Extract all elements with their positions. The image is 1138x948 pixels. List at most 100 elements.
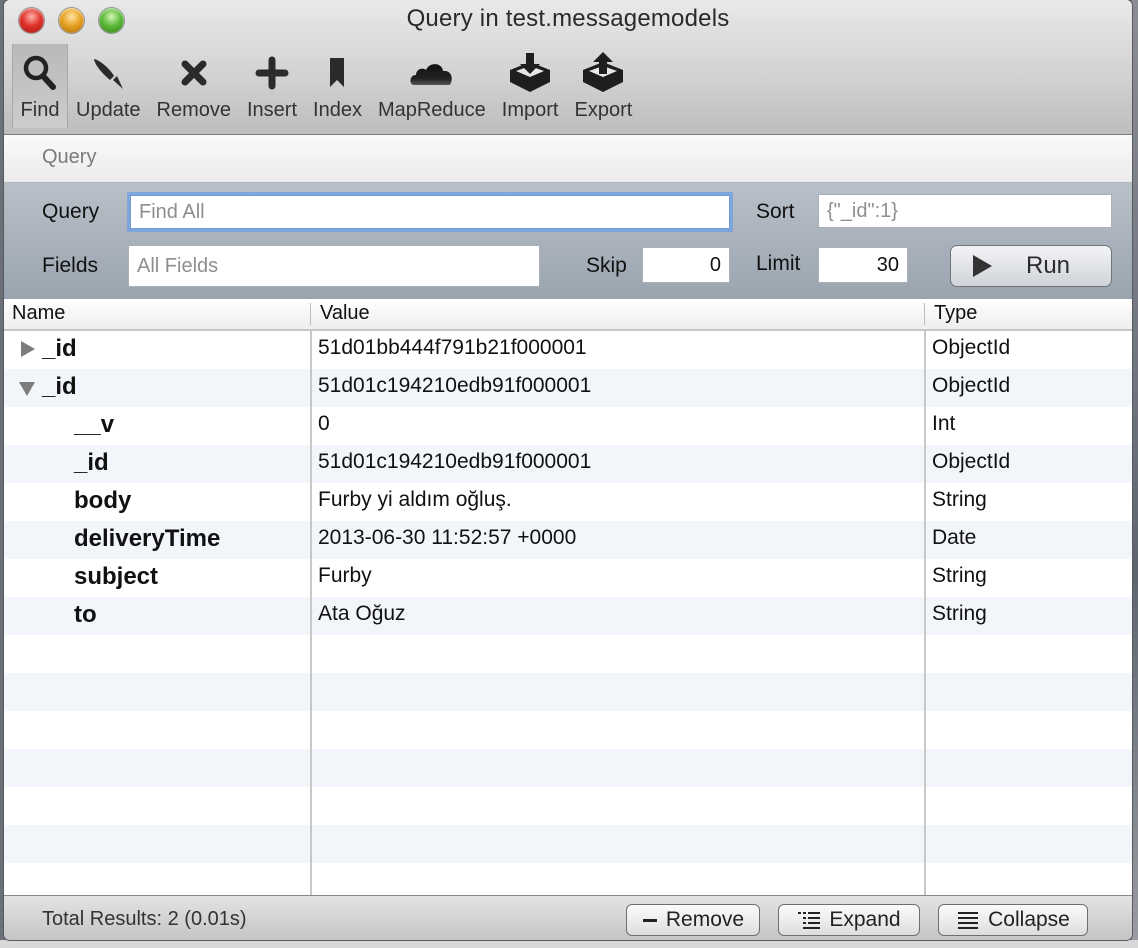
- toolbar-mapreduce-button[interactable]: MapReduce: [370, 44, 494, 128]
- table-body: _id 51d01bb444f791b21f000001 ObjectId _id 51…: [4, 331, 1132, 895]
- total-results-status: Total Results: 2 (0.01s): [42, 908, 247, 930]
- row-field-name: __v: [74, 411, 115, 438]
- magnifier-icon: [20, 53, 60, 93]
- list-lines-icon: [956, 910, 980, 930]
- fields-label: Fields: [42, 254, 99, 277]
- collapse-all-button[interactable]: Collapse: [938, 904, 1088, 936]
- disclosure-triangle-collapsed-icon[interactable]: [21, 341, 35, 357]
- column-divider-line: [924, 331, 926, 895]
- sort-label: Sort: [756, 200, 795, 223]
- toolbar-update-button[interactable]: Update: [68, 44, 149, 128]
- table-row[interactable]: subject Furby String: [4, 559, 1132, 597]
- empty-table-row: [4, 787, 1132, 825]
- column-header-name[interactable]: Name: [12, 302, 65, 325]
- toolbar-insert-button[interactable]: Insert: [239, 44, 305, 128]
- desktop-background-bottom: [0, 940, 1138, 948]
- query-window: Query in test.messagemodels Find Update …: [4, 0, 1132, 940]
- skip-input[interactable]: [642, 247, 730, 283]
- cloud-icon: [408, 53, 456, 93]
- column-divider[interactable]: [310, 303, 311, 325]
- row-field-value: Furby yi aldım oğluş.: [318, 488, 512, 511]
- toolbar-import-button[interactable]: Import: [494, 44, 567, 128]
- fields-input[interactable]: [128, 245, 540, 287]
- empty-table-row: [4, 673, 1132, 711]
- query-input[interactable]: [130, 195, 730, 229]
- row-field-type: Date: [932, 526, 977, 549]
- toolbar-update-label: Update: [76, 99, 141, 121]
- table-row[interactable]: _id 51d01bb444f791b21f000001 ObjectId: [4, 331, 1132, 369]
- run-button[interactable]: Run: [950, 245, 1112, 287]
- expand-all-label: Expand: [829, 908, 901, 931]
- row-field-name: _id: [42, 373, 77, 400]
- sort-input[interactable]: [818, 194, 1112, 228]
- run-button-label: Run: [1026, 252, 1071, 279]
- row-field-name: _id: [42, 335, 77, 362]
- row-field-name: subject: [74, 563, 159, 590]
- empty-table-row: [4, 711, 1132, 749]
- toolbar-export-label: Export: [574, 99, 633, 121]
- remove-document-button[interactable]: Remove: [626, 904, 760, 936]
- row-field-name: body: [74, 487, 132, 514]
- query-label: Query: [42, 200, 100, 223]
- toolbar-export-button[interactable]: Export: [566, 44, 640, 128]
- empty-table-row: [4, 749, 1132, 787]
- table-row[interactable]: deliveryTime 2013-06-30 11:52:57 +0000 Dat…: [4, 521, 1132, 559]
- disclosure-triangle-expanded-icon[interactable]: [19, 382, 35, 396]
- row-field-type: String: [932, 602, 987, 625]
- collapse-all-label: Collapse: [988, 908, 1070, 931]
- query-form: Query Sort Fields Skip Limit Run: [4, 183, 1132, 299]
- skip-label: Skip: [586, 254, 627, 277]
- remove-document-label: Remove: [665, 908, 745, 931]
- toolbar-remove-button[interactable]: Remove: [149, 44, 239, 128]
- status-bar: Total Results: 2 (0.01s) Remove Expand C…: [4, 895, 1132, 940]
- row-field-type: ObjectId: [932, 450, 1011, 473]
- row-field-name: to: [74, 601, 97, 628]
- table-row[interactable]: body Furby yi aldım oğluş. String: [4, 483, 1132, 521]
- titlebar: Query in test.messagemodels Find Update …: [4, 0, 1132, 135]
- column-divider-line: [310, 331, 312, 895]
- play-icon: [973, 255, 992, 277]
- minus-icon: [642, 912, 658, 928]
- column-divider[interactable]: [924, 303, 925, 325]
- desktop-background: [1132, 0, 1138, 948]
- row-field-name: _id: [74, 449, 109, 476]
- paintbrush-icon: [88, 53, 128, 93]
- expand-all-button[interactable]: Expand: [778, 904, 920, 936]
- column-header-value[interactable]: Value: [320, 302, 370, 325]
- import-box-icon: [506, 53, 554, 93]
- export-box-icon: [579, 52, 627, 93]
- row-field-type: String: [932, 564, 987, 587]
- toolbar-import-label: Import: [501, 99, 559, 121]
- toolbar-remove-label: Remove: [156, 99, 231, 121]
- table-row[interactable]: __v 0 Int: [4, 407, 1132, 445]
- indented-list-icon: [797, 910, 821, 930]
- toolbar: Find Update Remove Insert Index MapReduc…: [12, 44, 640, 132]
- row-field-value: 51d01c194210edb91f000001: [318, 374, 592, 397]
- row-field-type: String: [932, 488, 987, 511]
- table-row[interactable]: _id 51d01c194210edb91f000001 ObjectId: [4, 369, 1132, 407]
- row-field-value: Furby: [318, 564, 372, 587]
- row-field-value: Ata Oğuz: [318, 602, 406, 625]
- query-section-title: Query: [42, 146, 97, 168]
- empty-table-row: [4, 635, 1132, 673]
- x-icon: [174, 53, 214, 93]
- plus-icon: [252, 53, 292, 93]
- limit-input[interactable]: [818, 247, 908, 283]
- empty-table-row: [4, 863, 1132, 895]
- row-field-type: Int: [932, 412, 956, 435]
- empty-table-row: [4, 825, 1132, 863]
- limit-label: Limit: [756, 252, 801, 275]
- table-row[interactable]: _id 51d01c194210edb91f000001 ObjectId: [4, 445, 1132, 483]
- toolbar-find-button[interactable]: Find: [12, 44, 68, 128]
- toolbar-index-label: Index: [313, 99, 362, 121]
- column-header-type[interactable]: Type: [934, 302, 977, 325]
- row-field-type: ObjectId: [932, 336, 1011, 359]
- toolbar-find-label: Find: [20, 99, 60, 121]
- table-header: Name Value Type: [4, 299, 1132, 331]
- window-title: Query in test.messagemodels: [406, 5, 730, 32]
- results-outline-table: Name Value Type _id 51d01bb444f791b21f000…: [4, 299, 1132, 895]
- table-row[interactable]: to Ata Oğuz String: [4, 597, 1132, 635]
- row-field-value: 51d01bb444f791b21f000001: [318, 336, 587, 359]
- toolbar-index-button[interactable]: Index: [305, 44, 370, 128]
- bookmark-icon: [317, 53, 357, 93]
